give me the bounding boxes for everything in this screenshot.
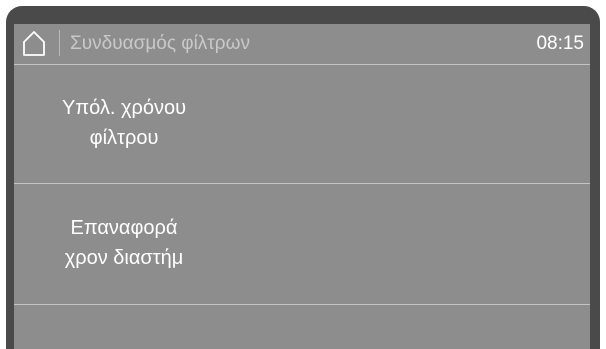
menu-item-label: Υπόλ. χρόνου φίλτρου [24, 93, 224, 153]
display-screen: Συνδυασμός φίλτρων 08:15 Υπόλ. χρόνου φί… [14, 24, 590, 349]
home-icon[interactable] [22, 29, 46, 57]
menu-item-label-line2: χρον διαστήμ [64, 247, 184, 269]
menu-item-label-line1: Επαναφορά [70, 217, 178, 239]
menu-item-label: Επαναφορά χρον διαστήμ [24, 213, 224, 273]
screen-title: Συνδυασμός φίλτρων [70, 33, 250, 54]
menu-item-label-line1: Υπόλ. χρόνου [61, 97, 187, 119]
menu-item-filter-remaining-time[interactable]: Υπόλ. χρόνου φίλτρου [14, 65, 590, 183]
menu-item-label-line2: φίλτρου [89, 127, 159, 149]
menu-item-reset-interval[interactable]: Επαναφορά χρον διαστήμ [14, 184, 590, 304]
status-header: Συνδυασμός φίλτρων 08:15 [14, 24, 590, 64]
header-separator [59, 30, 60, 56]
clock-time: 08:15 [536, 33, 584, 54]
menu-divider [14, 304, 590, 305]
